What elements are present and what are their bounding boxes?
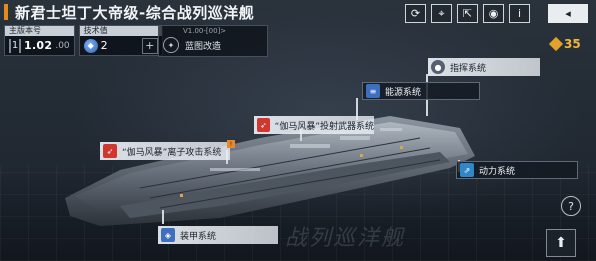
system-command-label: 指挥系统	[450, 63, 487, 74]
stats-panel: 主版本号 1 1.02 .00 技术值 ◆ 2 +	[4, 25, 163, 56]
share-button[interactable]: ⇱	[457, 4, 478, 23]
shield-icon: ◈	[161, 228, 175, 242]
share-icon: ⇱	[462, 7, 473, 20]
ion-weapon-icon: ➶	[103, 144, 117, 158]
system-propulsion-label: 动力系统	[479, 166, 516, 177]
command-icon: ●	[431, 60, 445, 74]
refresh-icon: ⟳	[410, 7, 421, 20]
propulsion-icon: ⇗	[460, 163, 474, 177]
blueprint-code: V1.00-[00]>	[183, 27, 227, 35]
title-bar: 新君士坦丁大帝级-综合战列巡洋舰	[0, 0, 300, 24]
system-ion-label: “伽马风暴”离子攻击系统	[122, 147, 222, 158]
view-button[interactable]: ◉	[483, 4, 504, 23]
level-value: 1	[11, 40, 19, 51]
version-main: 1.02	[24, 39, 53, 52]
system-propulsion-button[interactable]: ⇗ 动力系统	[456, 161, 578, 179]
leader-line	[162, 210, 164, 224]
top-toolbar: ⟳ ⌖ ⇱ ◉ i	[405, 4, 530, 23]
blueprint-modify-button[interactable]: V1.00-[00]> ✦ 蓝图改造	[158, 25, 268, 57]
currency-value: 35	[564, 37, 581, 51]
system-projectile-weapon-button[interactable]: ➶ “伽马风暴”投射武器系统	[254, 116, 374, 134]
system-energy-button[interactable]: ≡ 能源系统	[362, 82, 480, 100]
camera-icon: ⌖	[438, 6, 445, 20]
fleet-button[interactable]: ⬆	[546, 229, 576, 257]
energy-icon: ≡	[366, 84, 380, 98]
alert-icon: !	[227, 140, 235, 148]
currency-display: 35	[548, 36, 581, 52]
ship-title: 新君士坦丁大帝级-综合战列巡洋舰	[15, 3, 255, 22]
eye-icon: ◉	[488, 7, 499, 20]
version-minor: .00	[55, 40, 70, 51]
system-ion-attack-button[interactable]: ➶ “伽马风暴”离子攻击系统	[100, 142, 230, 160]
blueprint-icon: ✦	[163, 37, 179, 53]
missile-icon: ➶	[257, 118, 270, 132]
back-arrow-icon: ◂	[565, 7, 571, 20]
tech-label: 技术值	[79, 26, 162, 36]
system-armor-label: 装甲系统	[180, 231, 217, 242]
back-button[interactable]: ◂	[548, 4, 588, 23]
title-accent-bar	[4, 4, 8, 20]
system-armor-button[interactable]: ◈ 装甲系统	[158, 226, 278, 244]
system-projectile-label: “伽马风暴”投射武器系统	[274, 121, 374, 132]
help-icon: ?	[568, 199, 574, 213]
system-energy-label: 能源系统	[385, 87, 422, 98]
tech-box: 技术值 ◆ 2 +	[78, 25, 163, 56]
blueprint-label: 蓝图改造	[185, 41, 222, 52]
system-command-button[interactable]: ● 指挥系统	[428, 58, 540, 76]
info-icon: i	[517, 7, 522, 20]
fleet-icon: ⬆	[555, 235, 567, 251]
coin-icon	[548, 36, 564, 52]
help-button[interactable]: ?	[561, 196, 581, 216]
tech-value: 2	[100, 39, 108, 52]
add-tech-button[interactable]: +	[141, 37, 158, 54]
info-button[interactable]: i	[509, 4, 530, 23]
camera-button[interactable]: ⌖	[431, 4, 452, 23]
version-box: 主版本号 1 1.02 .00	[4, 25, 75, 56]
tech-icon: ◆	[83, 38, 98, 53]
refresh-button[interactable]: ⟳	[405, 4, 426, 23]
level-frame: 1	[9, 38, 21, 53]
version-label: 主版本号	[5, 26, 74, 36]
